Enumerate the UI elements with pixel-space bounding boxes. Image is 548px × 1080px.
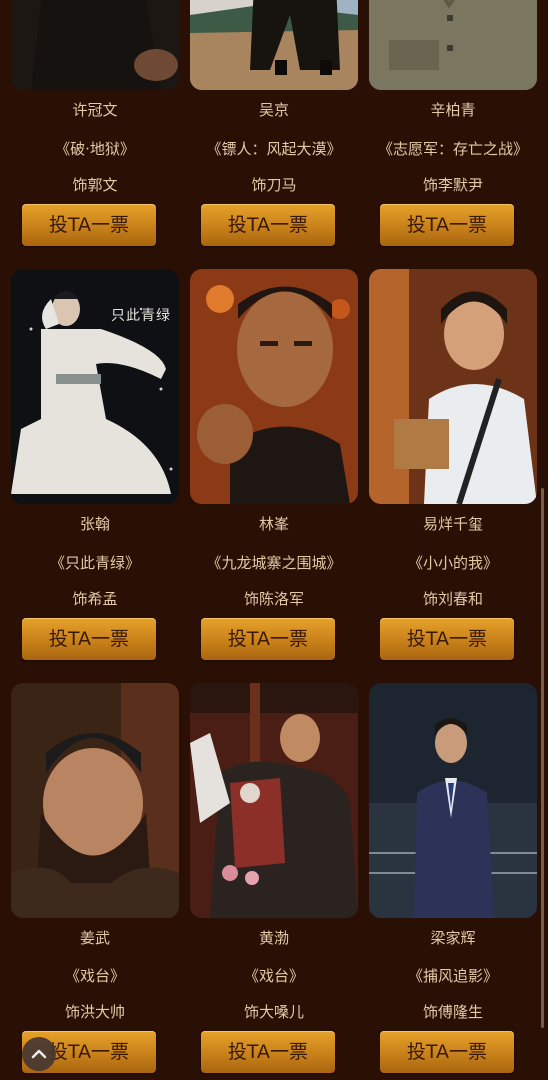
actor-photo[interactable] [11, 0, 179, 90]
actor-name: 姜武 [79, 929, 110, 947]
film-title: 《破·地狱》 [55, 140, 135, 158]
vote-button[interactable]: 投TA一票 [201, 204, 335, 246]
vote-button[interactable]: 投TA一票 [380, 1031, 514, 1073]
role-name: 饰傅隆生 [422, 1003, 483, 1021]
actor-photo[interactable] [369, 683, 537, 918]
film-title: 《捕风追影》 [407, 967, 498, 985]
actor-photo[interactable]: 只此青绿 [11, 269, 179, 504]
role-name: 饰希孟 [72, 590, 118, 608]
role-name: 饰大嗓儿 [243, 1003, 304, 1021]
actor-photo[interactable] [190, 683, 358, 918]
vote-button[interactable]: 投TA一票 [201, 1031, 335, 1073]
role-name: 饰刀马 [251, 176, 297, 194]
vote-button[interactable]: 投TA一票 [380, 618, 514, 660]
poster-title: 只此青绿 [111, 308, 171, 324]
film-title: 《九龙城寨之围城》 [206, 554, 342, 572]
actor-photo[interactable] [369, 0, 537, 90]
actor-name: 张翰 [79, 515, 110, 533]
vote-button[interactable]: 投TA一票 [201, 618, 335, 660]
actor-photo[interactable] [369, 269, 537, 504]
vote-button[interactable]: 投TA一票 [22, 618, 156, 660]
actor-name: 辛柏青 [430, 101, 476, 119]
film-title: 《志愿军：存亡之战》 [377, 140, 528, 158]
role-name: 饰洪大帅 [64, 1003, 125, 1021]
actor-name: 吴京 [258, 101, 289, 119]
film-title: 《戏台》 [64, 967, 125, 985]
role-name: 饰刘春和 [422, 590, 483, 608]
role-name: 饰陈洛军 [243, 590, 304, 608]
actor-grid: 许冠文 《破·地狱》 饰郭文 投TA一票 吴京 《镖人：风起大漠》 饰刀马 投T… [0, 0, 548, 1080]
film-title: 《戏台》 [243, 967, 304, 985]
film-title: 《只此青绿》 [49, 554, 140, 572]
actor-name: 黄渤 [258, 929, 289, 947]
actor-name: 梁家辉 [430, 929, 476, 947]
role-name: 饰郭文 [72, 176, 118, 194]
film-title: 《镖人：风起大漠》 [206, 140, 342, 158]
actor-photo[interactable] [190, 0, 358, 90]
vote-button[interactable]: 投TA一票 [380, 204, 514, 246]
actor-name: 许冠文 [72, 101, 118, 119]
film-title: 《小小的我》 [407, 554, 498, 572]
actor-photo[interactable] [11, 683, 179, 918]
actor-name: 林峯 [258, 515, 289, 533]
vote-button[interactable]: 投TA一票 [22, 204, 156, 246]
actor-name: 易烊千玺 [422, 515, 483, 533]
back-to-top-button[interactable] [22, 1037, 56, 1071]
scrollbar-thumb[interactable] [541, 488, 544, 1028]
chevron-up-icon [30, 1045, 48, 1063]
role-name: 饰李默尹 [422, 176, 483, 194]
actor-photo[interactable] [190, 269, 358, 504]
